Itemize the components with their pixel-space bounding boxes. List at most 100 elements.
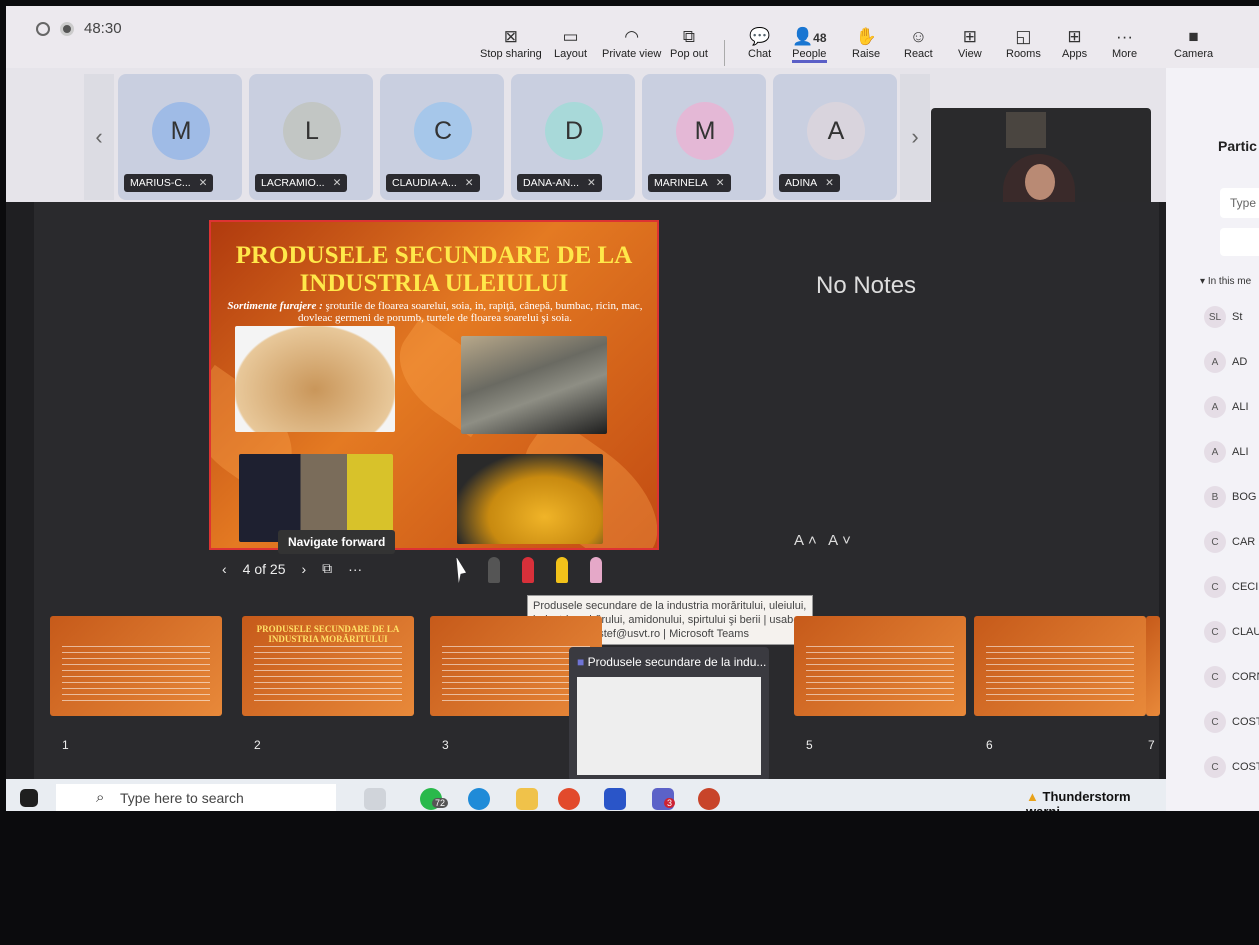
whatsapp-badge: 72 <box>432 798 449 808</box>
hand-icon: ✋ <box>855 27 877 46</box>
participant-search-input[interactable]: Type <box>1220 188 1259 218</box>
participant-tile[interactable]: M MARINELA ✕ <box>642 74 766 200</box>
more-button[interactable]: ··· More <box>1112 26 1137 60</box>
participant-tile[interactable]: A ADINA ✕ <box>773 74 897 200</box>
record-icon <box>60 21 74 36</box>
thumbnail-number: 6 <box>986 738 993 752</box>
panel-button[interactable] <box>1220 228 1259 256</box>
slide-subtitle: Sortimente furajere : şroturile de floar… <box>227 300 643 324</box>
slide-thumbnail[interactable] <box>974 616 1146 716</box>
mic-off-icon: ✕ <box>825 177 834 189</box>
participant-list-item[interactable]: C CAR <box>1204 531 1255 553</box>
participant-list-item[interactable]: B BOG <box>1204 486 1256 508</box>
avatar: C <box>1204 621 1226 643</box>
participant-list-item[interactable]: C CORN <box>1204 666 1259 688</box>
meal-image <box>235 326 395 432</box>
view-button[interactable]: ⊞ View <box>958 26 982 60</box>
current-slide: PRODUSELE SECUNDARE DE LA INDUSTRIA ULEI… <box>209 220 659 550</box>
task-view-icon[interactable] <box>364 788 386 810</box>
taskbar-window-preview[interactable]: ■ Produsele secundare de la indu... <box>569 647 769 781</box>
participant-list-item[interactable]: SL St <box>1204 306 1242 328</box>
stop-sharing-button[interactable]: ⊠ Stop sharing <box>480 26 542 60</box>
camera-icon: ■ <box>1188 27 1199 46</box>
weather-widget[interactable]: ▲ Thunderstorm warni... <box>1026 789 1166 811</box>
participant-list-name: COSTE <box>1232 716 1259 728</box>
pink-pen-icon[interactable] <box>590 557 602 583</box>
slide-title: PRODUSELE SECUNDARE DE LA INDUSTRIA ULEI… <box>235 242 633 297</box>
more-options-icon[interactable]: ··· <box>348 561 362 577</box>
avatar: L <box>283 102 341 160</box>
slide-thumbnail[interactable]: PRODUSELE SECUNDARE DE LA INDUSTRIA MORĂ… <box>242 616 414 716</box>
participant-list-item[interactable]: A ALI <box>1204 441 1249 463</box>
participant-list-item[interactable]: A AD <box>1204 351 1247 373</box>
participant-name: MARIUS-C... ✕ <box>124 174 214 192</box>
avatar: SL <box>1204 306 1226 328</box>
participant-list-name: BOG <box>1232 491 1257 503</box>
app-icon[interactable] <box>604 788 626 810</box>
participant-tile[interactable]: C CLAUDIA-A... ✕ <box>380 74 504 200</box>
participant-list-item[interactable]: C CLAU <box>1204 621 1259 643</box>
participant-list-item[interactable]: C COSTIN <box>1204 756 1259 778</box>
avatar: C <box>1204 756 1226 778</box>
participant-tile[interactable]: L LACRAMIO... ✕ <box>249 74 373 200</box>
next-slide-button[interactable]: › <box>302 561 307 577</box>
chrome-icon[interactable] <box>558 788 580 810</box>
plus-box-icon: ⊞ <box>1067 27 1082 46</box>
seeds-image <box>461 336 607 434</box>
slides-grid-icon[interactable]: ⧉ <box>322 560 332 577</box>
rooms-button[interactable]: ◱ Rooms <box>1006 26 1041 60</box>
participant-list-name: CLAU <box>1232 626 1259 638</box>
participant-tile[interactable]: M MARIUS-C... ✕ <box>118 74 242 200</box>
edge-icon[interactable] <box>468 788 490 810</box>
participant-list-item[interactable]: C CECI <box>1204 576 1258 598</box>
preview-title: ■ Produsele secundare de la indu... <box>577 655 767 669</box>
pop-out-button[interactable]: ⧉ Pop out <box>670 26 708 60</box>
layout-button[interactable]: ▭ Layout <box>554 26 587 60</box>
thumbnail-number: 3 <box>442 738 449 752</box>
people-button[interactable]: 👤48 People <box>792 26 827 63</box>
slide-thumbnail[interactable] <box>794 616 966 716</box>
people-icon: 👤48 <box>792 27 827 46</box>
red-pen-icon[interactable] <box>522 557 534 583</box>
participant-tile[interactable]: D DANA-AN... ✕ <box>511 74 635 200</box>
eraser-icon[interactable] <box>488 557 500 583</box>
meeting-toolbar: 48:30 ⊠ Stop sharing ▭ Layout ◠ Private … <box>6 6 1259 68</box>
section-header[interactable]: ▾ In this me <box>1200 276 1251 287</box>
grid-icon: ⊞ <box>962 27 977 46</box>
slide-thumbnail[interactable] <box>50 616 222 716</box>
highlighter-icon[interactable] <box>556 557 568 583</box>
file-explorer-icon[interactable] <box>516 788 538 810</box>
apps-button[interactable]: ⊞ Apps <box>1062 26 1087 60</box>
panel-title: Partic <box>1218 138 1257 154</box>
avatar: C <box>414 102 472 160</box>
mic-off-icon: ✕ <box>198 177 208 189</box>
react-button[interactable]: ☺ React <box>904 26 933 60</box>
strip-prev-button[interactable]: ‹ <box>84 74 114 200</box>
participant-strip: ‹ M MARIUS-C... ✕ L LACRAMIO... ✕ C CLAUDIA-… <box>6 68 1259 240</box>
participant-list-item[interactable]: A ALI <box>1204 396 1249 418</box>
slide-thumbnail[interactable] <box>1146 616 1160 716</box>
thumbnail-title: PRODUSELE SECUNDARE DE LA INDUSTRIA MORĂ… <box>256 624 400 644</box>
pointer-icon[interactable] <box>456 557 466 583</box>
windows-start-icon[interactable] <box>20 789 38 807</box>
font-size-controls[interactable]: A˄ A˅ <box>794 532 855 549</box>
powerpoint-icon[interactable] <box>698 788 720 810</box>
prev-slide-button[interactable]: ‹ <box>222 561 227 577</box>
slide-controls: ‹ 4 of 25 › ⧉ ··· <box>222 560 362 577</box>
strip-next-button[interactable]: › <box>900 74 930 200</box>
participant-list-item[interactable]: C COSTE <box>1204 711 1259 733</box>
camera-button[interactable]: ■ Camera <box>1174 26 1213 60</box>
thumbnail-number: 2 <box>254 738 261 752</box>
avatar: C <box>1204 576 1226 598</box>
annotation-tools <box>454 557 602 583</box>
whatsapp-icon[interactable]: 72 <box>420 788 449 810</box>
warning-icon: ▲ <box>1026 789 1039 804</box>
chat-button[interactable]: 💬 Chat <box>748 26 771 60</box>
raise-hand-button[interactable]: ✋ Raise <box>852 26 880 60</box>
teams-taskbar-icon[interactable]: 3 <box>652 788 676 810</box>
windows-taskbar: Type here to search ⌕ 72 3 ▲ Thunderstor… <box>6 779 1166 811</box>
timer-text: 48:30 <box>84 20 122 37</box>
private-view-button[interactable]: ◠ Private view <box>602 26 661 60</box>
participant-list-name: ALI <box>1232 446 1249 458</box>
slide-counter: 4 of 25 <box>242 560 286 577</box>
